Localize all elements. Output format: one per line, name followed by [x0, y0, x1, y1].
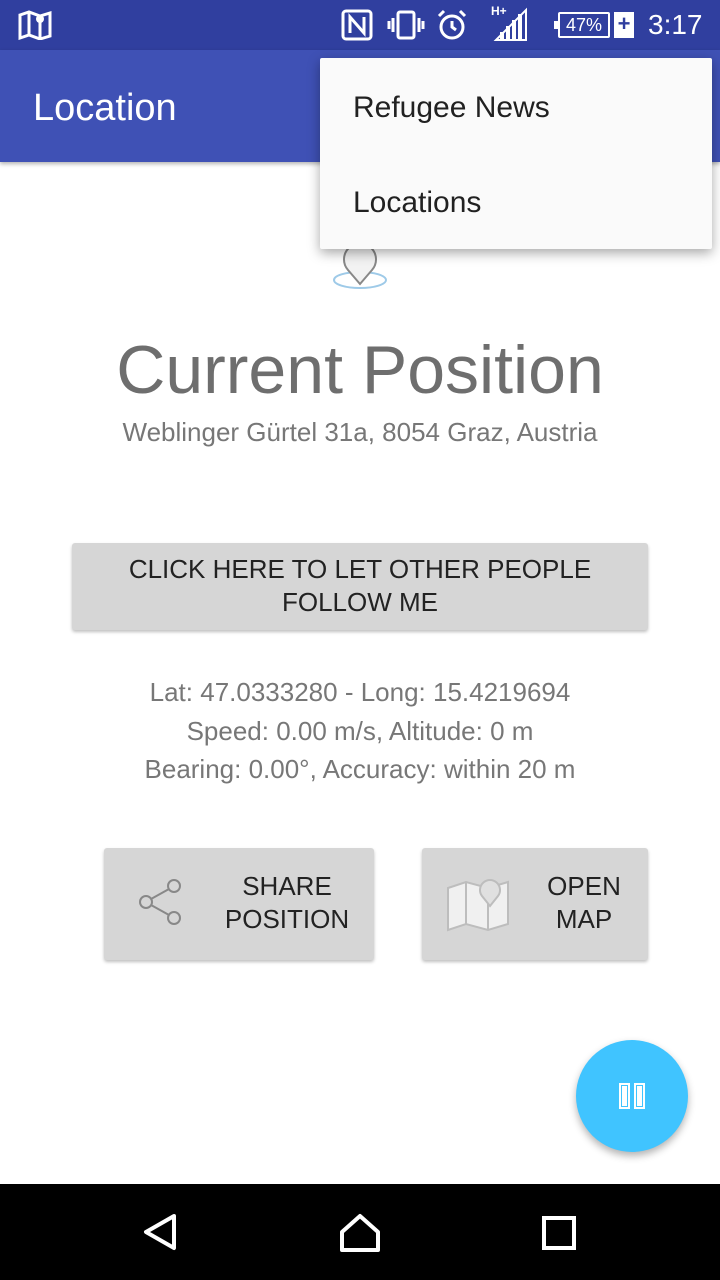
map-label-line2: MAP [555, 904, 613, 934]
alarm-icon [436, 9, 468, 46]
map-icon [446, 876, 510, 937]
main-content: Current Position Weblinger Gürtel 31a, 8… [0, 162, 720, 1184]
share-icon [138, 878, 182, 931]
pause-icon [619, 1083, 645, 1114]
back-button[interactable] [100, 1184, 220, 1280]
open-map-label: OPEN MAP [530, 870, 638, 936]
speed-altitude-text: Speed: 0.00 m/s, Altitude: 0 m [186, 716, 534, 746]
menu-item-locations[interactable]: Locations [320, 155, 712, 251]
coordinates-text: Lat: 47.0333280 - Long: 15.4219694 [149, 677, 571, 707]
overflow-menu: Refugee News Locations [320, 58, 712, 249]
home-button[interactable] [300, 1184, 420, 1280]
map-label-line1: OPEN [547, 871, 621, 901]
nfc-icon [341, 9, 373, 46]
battery-percent: 47% [565, 15, 603, 35]
signal-icon [490, 6, 530, 49]
status-bar: H+ 47% + 3:17 [0, 0, 720, 50]
charging-icon: + [614, 12, 634, 38]
share-position-label: SHARE POSITION [216, 870, 358, 936]
page-title: Location [33, 87, 177, 129]
share-label-line1: SHARE [242, 871, 332, 901]
map-icon [18, 10, 52, 45]
pause-fab-button[interactable] [576, 1040, 688, 1152]
follow-button-line2: FOLLOW ME [281, 587, 438, 617]
navigation-bar [0, 1184, 720, 1280]
recents-button[interactable] [500, 1184, 620, 1280]
current-position-heading: Current Position [116, 332, 604, 408]
battery-icon: 47% [554, 12, 610, 38]
vibrate-icon [387, 9, 425, 46]
share-position-button[interactable]: SHARE POSITION [104, 848, 374, 960]
address-text: Weblinger Gürtel 31a, 8054 Graz, Austria [122, 417, 598, 447]
bearing-accuracy-text: Bearing: 0.00°, Accuracy: within 20 m [144, 754, 576, 784]
follow-me-button[interactable]: CLICK HERE TO LET OTHER PEOPLE FOLLOW ME [72, 543, 648, 630]
clock: 3:17 [648, 9, 703, 40]
open-map-button[interactable]: OPEN MAP [422, 848, 648, 960]
share-label-line2: POSITION [224, 904, 350, 934]
menu-item-refugee-news[interactable]: Refugee News [320, 60, 712, 156]
follow-button-line1: CLICK HERE TO LET OTHER PEOPLE [128, 554, 592, 584]
